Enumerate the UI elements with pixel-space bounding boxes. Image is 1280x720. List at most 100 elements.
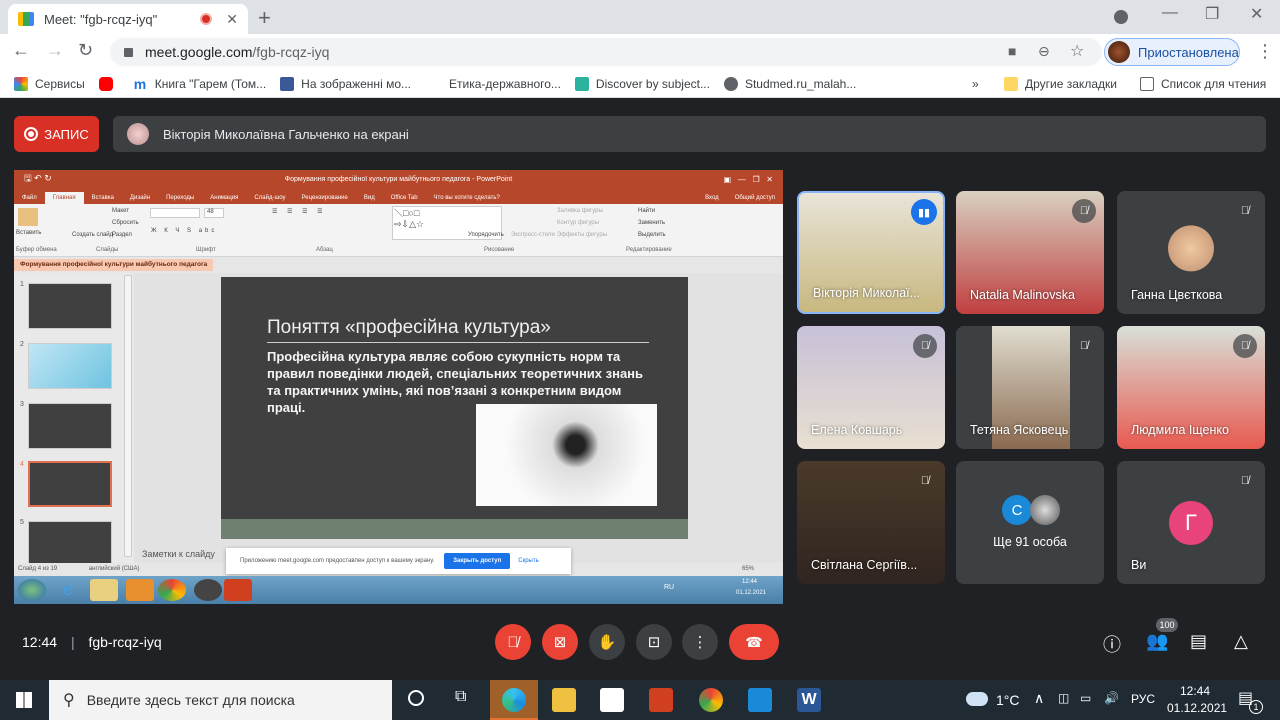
select-button[interactable]: Выделить <box>638 232 666 238</box>
ribbon-tab[interactable]: Анимация <box>202 192 246 204</box>
chat-icon[interactable]: ▤ <box>1190 631 1207 652</box>
shape-fill-button[interactable]: Заливка фигуры <box>557 208 603 214</box>
document-tab[interactable]: Формування професійної культури майбутнь… <box>14 259 214 271</box>
restore-icon[interactable]: ❐ <box>1205 4 1219 24</box>
ribbon-tab[interactable]: Файл <box>14 192 45 204</box>
flash-icon[interactable] <box>194 579 222 601</box>
ribbon-tab[interactable]: Office Tab <box>383 192 426 204</box>
close-window-icon[interactable]: ✕ <box>1250 4 1263 24</box>
zoom-level[interactable]: 65% <box>742 566 754 572</box>
new-tab-button[interactable]: + <box>258 5 271 31</box>
raise-hand-button[interactable]: ✋ <box>589 624 625 660</box>
camera-toggle-button[interactable]: ⊠ <box>542 624 578 660</box>
media-player-icon[interactable] <box>126 579 154 601</box>
participant-tile[interactable]: 🎙̸ Людмила Іщенко <box>1117 326 1265 449</box>
meet-now-icon[interactable]: ◫ <box>1058 691 1069 705</box>
find-button[interactable]: Найти <box>638 208 655 214</box>
ribbon-tab-active[interactable]: Главная <box>44 192 84 204</box>
taskbar-search[interactable]: ⚲ Введите здесь текст для поиска <box>49 680 392 720</box>
tell-me-box[interactable]: Что вы хотите сделать? <box>426 192 508 204</box>
slide-thumbnail[interactable] <box>28 521 112 567</box>
slide-thumbnail[interactable] <box>28 343 112 389</box>
zoom-icon[interactable]: ⊖ <box>1038 43 1050 60</box>
mic-toggle-button[interactable]: 🎙̸ <box>495 624 531 660</box>
font-size-input[interactable]: 48 <box>204 208 224 218</box>
tab-search-icon[interactable] <box>1114 10 1128 24</box>
slide-thumbnail[interactable] <box>28 403 112 449</box>
powerpoint-icon[interactable] <box>649 688 673 712</box>
chrome-icon[interactable] <box>158 579 186 601</box>
meeting-details-icon[interactable]: ⓘ <box>1103 631 1121 657</box>
back-icon[interactable]: ← <box>12 40 30 61</box>
edge-taskbar-button[interactable] <box>490 680 538 720</box>
volume-icon[interactable]: 🔊 <box>1104 691 1119 705</box>
ribbon-tab[interactable]: Слайд-шоу <box>246 192 293 204</box>
activities-icon[interactable]: △ <box>1234 631 1248 652</box>
recording-button[interactable]: ЗАПИС <box>14 116 99 152</box>
quick-styles-button[interactable]: Экспресс-стили <box>511 232 555 238</box>
input-language[interactable]: РУС <box>1131 692 1155 706</box>
ribbon-tab[interactable]: Вид <box>356 192 383 204</box>
mail-icon[interactable] <box>748 688 772 712</box>
more-participants-tile[interactable]: С Ще 91 особа <box>956 461 1104 584</box>
ie-icon[interactable]: e <box>54 579 82 601</box>
battery-icon[interactable]: ▭ <box>1080 691 1091 705</box>
bookmark-youtube[interactable] <box>98 76 120 91</box>
font-name-input[interactable] <box>150 208 200 218</box>
profile-button[interactable]: Приостановлена <box>1104 38 1240 66</box>
slide-thumbnail[interactable] <box>28 283 112 329</box>
taskbar-time[interactable]: 12:44 <box>1180 684 1210 698</box>
reset-button[interactable]: Сбросить <box>112 220 139 226</box>
section-button[interactable]: Раздел <box>112 232 132 238</box>
sign-in-link[interactable]: Вход <box>697 192 727 204</box>
other-bookmarks[interactable]: Другие закладки <box>1004 77 1117 91</box>
hide-notification-button[interactable]: Скрыть <box>518 558 538 564</box>
browser-tab[interactable]: Meet: "fgb-rcqz-iyq" ✕ <box>8 4 248 34</box>
forward-icon[interactable]: → <box>46 40 64 61</box>
reading-list[interactable]: Список для чтения <box>1140 77 1266 91</box>
participant-tile[interactable]: ▮▮ Вікторія Миколаї... <box>797 191 945 314</box>
close-tab-icon[interactable]: ✕ <box>226 11 238 28</box>
participant-tile[interactable]: 🎙̸ Елена Ковшарь <box>797 326 945 449</box>
participant-tile[interactable]: 🎙̸ Світлана Сергіїв... <box>797 461 945 584</box>
font-format-buttons[interactable]: Ж К Ч S abc <box>151 228 217 234</box>
bookmark-discover[interactable]: Discover by subject... <box>574 76 710 91</box>
participant-tile[interactable]: 🎙̸ Ганна Цвєткова <box>1117 191 1265 314</box>
self-tile[interactable]: 🎙̸ Г Ви <box>1117 461 1265 584</box>
new-slide-button[interactable]: Создать слайд <box>72 232 113 238</box>
bookmarks-overflow-icon[interactable]: » <box>972 77 979 91</box>
reload-icon[interactable]: ↻ <box>78 40 93 61</box>
replace-button[interactable]: Заменить <box>638 220 665 226</box>
shape-effects-button[interactable]: Эффекты фигуры <box>557 232 607 238</box>
menu-kebab-icon[interactable]: ⋮ <box>1256 41 1274 62</box>
bookmark-star-icon[interactable]: ☆ <box>1070 41 1084 61</box>
windows-start-icon[interactable] <box>16 692 32 708</box>
file-explorer-icon[interactable] <box>552 688 576 712</box>
weather-icon[interactable] <box>966 692 988 706</box>
participant-tile[interactable]: 🎙̸ Natalia Malinovska <box>956 191 1104 314</box>
ribbon-tab[interactable]: Переходы <box>158 192 202 204</box>
more-options-button[interactable]: ⋮ <box>682 624 718 660</box>
people-icon[interactable]: 👥 <box>1146 631 1168 652</box>
end-call-button[interactable]: ☎ <box>729 624 779 660</box>
cortana-icon[interactable] <box>408 690 424 706</box>
thumbnail-scrollbar[interactable] <box>124 275 132 557</box>
bookmark-book[interactable]: m Книга "Гарем (Том... <box>134 77 266 91</box>
minimize-icon[interactable]: — <box>1162 4 1178 22</box>
taskbar-date[interactable]: 01.12.2021 <box>1167 701 1227 715</box>
slide-thumbnail-selected[interactable] <box>28 461 112 507</box>
participant-tile[interactable]: 🎙̸ Тетяна Ясковець <box>956 326 1104 449</box>
task-view-icon[interactable]: ⧉ <box>455 688 466 706</box>
explorer-icon[interactable] <box>90 579 118 601</box>
ribbon-tab[interactable]: Дизайн <box>122 192 158 204</box>
paste-button[interactable]: Вставить <box>16 230 41 236</box>
shape-outline-button[interactable]: Контур фигуры <box>557 220 599 226</box>
paragraph-buttons[interactable]: ☰ ☰ ☰ ☰ <box>272 208 327 215</box>
share-link[interactable]: Общий доступ <box>727 192 783 204</box>
bookmark-apps[interactable]: Сервисы <box>14 76 85 91</box>
stop-sharing-button[interactable]: Закрыть доступ <box>444 553 511 569</box>
powerpoint-taskbar-icon[interactable] <box>224 579 252 601</box>
bookmark-facebook[interactable]: На зображенні мо... <box>280 76 411 91</box>
ribbon-tab[interactable]: Рецензирование <box>294 192 356 204</box>
present-button[interactable]: ⊡ <box>636 624 672 660</box>
